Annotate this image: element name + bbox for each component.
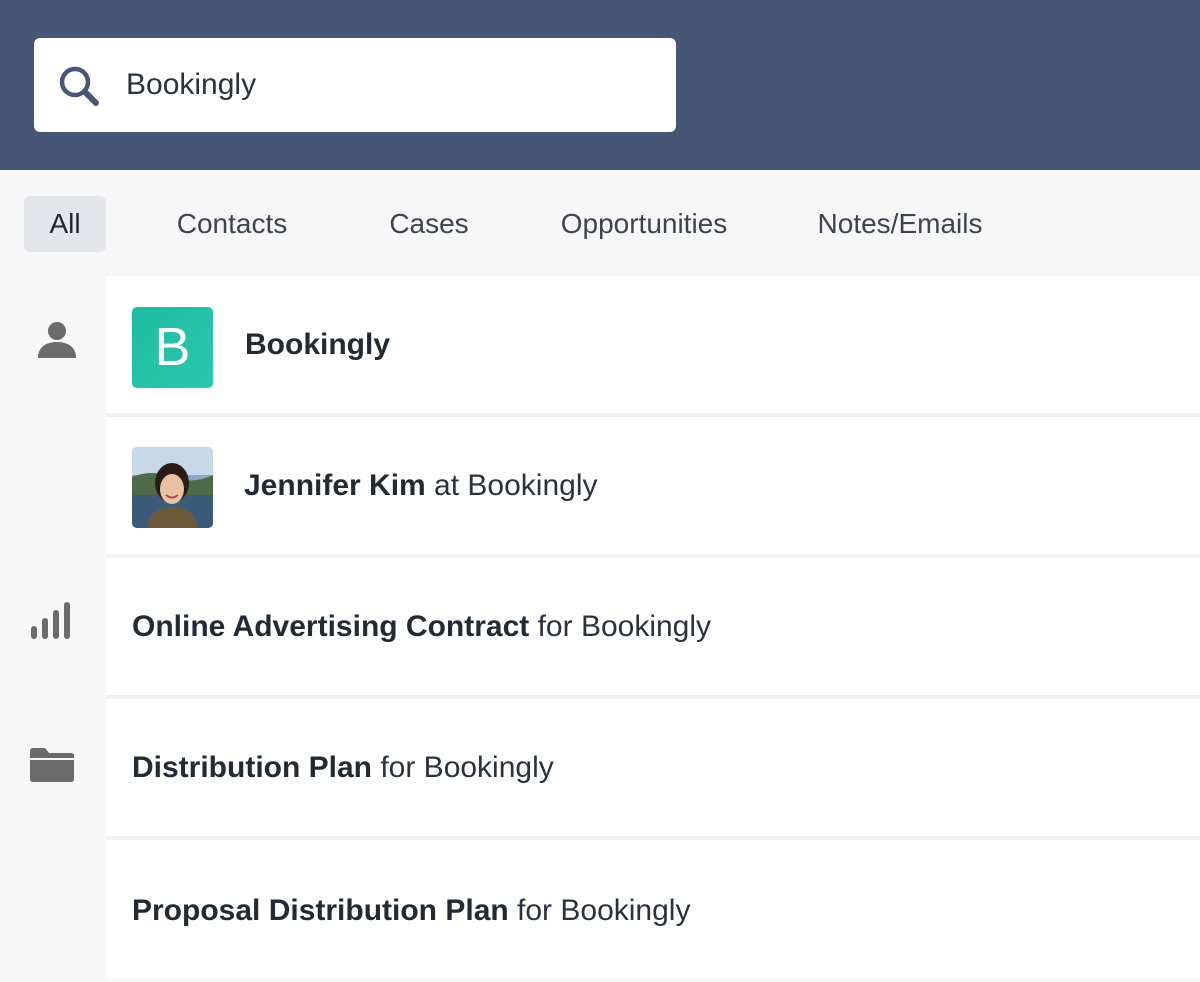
result-text: Online Advertising Contract for Bookingl…: [132, 558, 711, 695]
result-suffix: for Bookingly: [372, 751, 554, 784]
result-contact-jennifer-kim[interactable]: Jennifer Kim at Bookingly: [106, 417, 1200, 554]
result-title: Bookingly: [245, 328, 391, 361]
folder-icon: [30, 748, 74, 782]
person-icon: [38, 322, 76, 358]
filter-tabs: All Contacts Cases Opportunities Notes/E…: [0, 170, 1200, 276]
tab-all[interactable]: All: [24, 196, 106, 252]
tab-opportunities[interactable]: Opportunities: [544, 196, 744, 252]
result-suffix: for Bookingly: [508, 894, 691, 927]
signal-bars-icon: [31, 602, 70, 639]
search-input[interactable]: [126, 60, 646, 110]
result-text: Jennifer Kim at Bookingly: [244, 417, 598, 554]
result-title: Distribution Plan: [132, 751, 372, 784]
search-icon: [59, 66, 99, 106]
header-bar: [0, 0, 1200, 170]
tab-contacts[interactable]: Contacts: [160, 196, 304, 252]
company-avatar: B: [132, 307, 213, 388]
results-list: B Bookingly Jennifer Kim at Bookingly On…: [106, 276, 1200, 978]
result-suffix: for Bookingly: [529, 610, 712, 643]
result-company-bookingly[interactable]: B Bookingly: [106, 276, 1200, 413]
result-case-proposal-distribution-plan[interactable]: Proposal Distribution Plan for Bookingly: [106, 840, 1200, 978]
result-title: Proposal Distribution Plan: [132, 894, 509, 927]
result-title: Jennifer Kim: [244, 469, 426, 502]
result-case-distribution-plan[interactable]: Distribution Plan for Bookingly: [106, 699, 1200, 836]
result-opportunity-online-advertising-contract[interactable]: Online Advertising Contract for Bookingl…: [106, 558, 1200, 695]
search-box[interactable]: [34, 38, 676, 132]
contact-photo: [132, 447, 213, 528]
result-suffix: at Bookingly: [425, 469, 598, 502]
result-text: Bookingly: [245, 276, 390, 413]
tab-notes-emails[interactable]: Notes/Emails: [802, 196, 998, 252]
tab-cases[interactable]: Cases: [376, 196, 482, 252]
result-text: Proposal Distribution Plan for Bookingly: [132, 840, 690, 978]
result-title: Online Advertising Contract: [132, 610, 530, 643]
result-text: Distribution Plan for Bookingly: [132, 699, 554, 836]
category-rail: [0, 276, 106, 978]
